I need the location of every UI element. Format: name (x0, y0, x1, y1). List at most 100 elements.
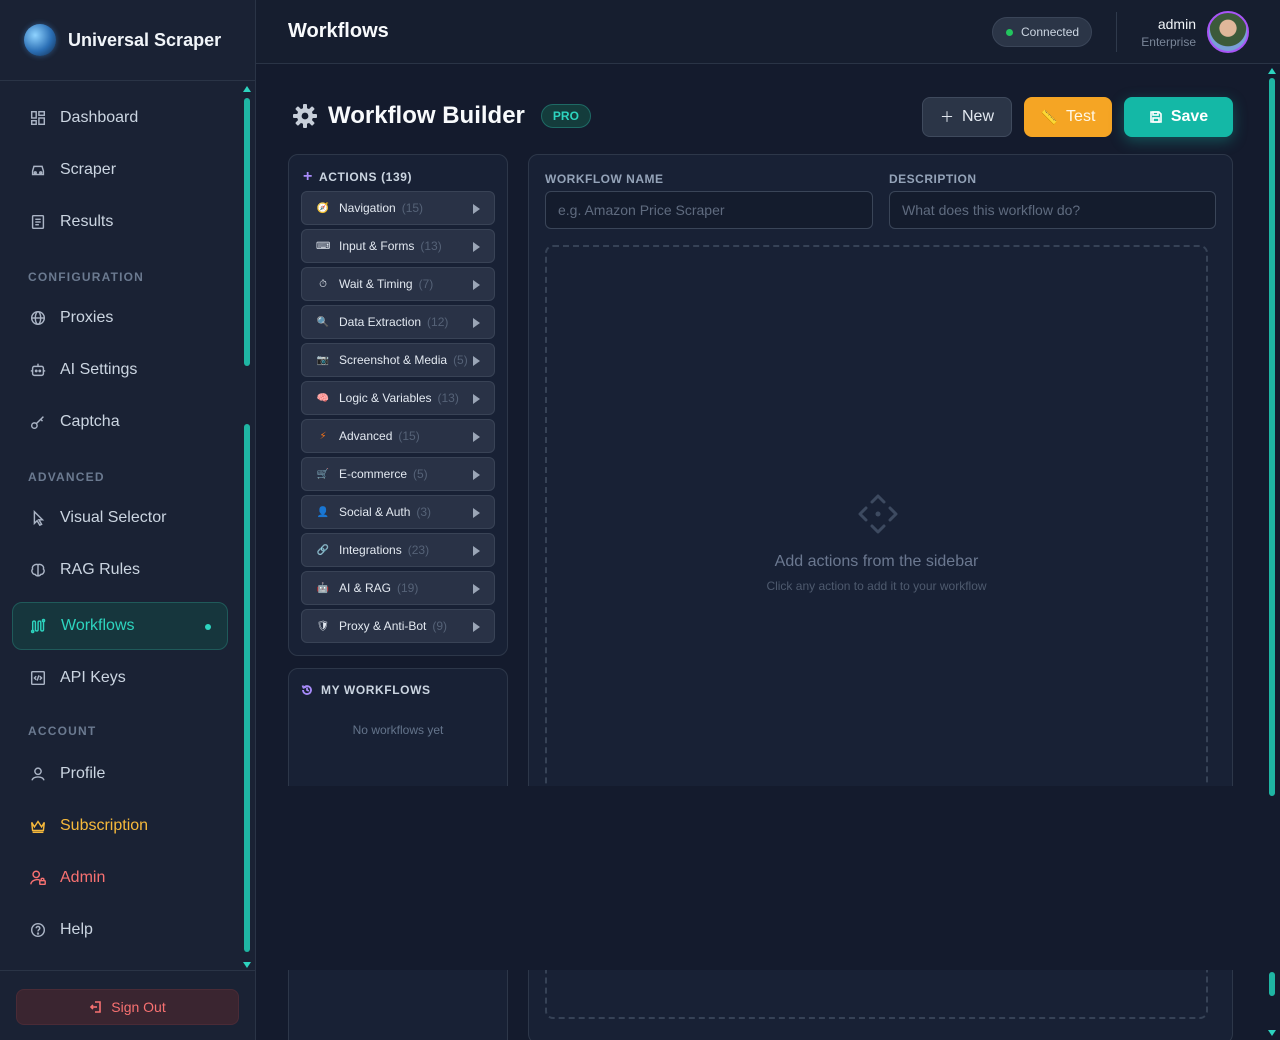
play-arrow-icon (473, 318, 480, 328)
save-button-label: Save (1170, 108, 1209, 125)
code-icon (28, 668, 48, 688)
play-arrow-icon (473, 242, 480, 252)
sidebar-item-admin[interactable]: Admin (12, 854, 228, 902)
connection-status-label: Connected (1021, 25, 1080, 39)
category-data-extraction[interactable]: 🔍 Data Extraction (12) (301, 305, 495, 339)
sidebar-item-subscription[interactable]: Subscription (12, 802, 228, 850)
plus-icon: ＋ (939, 109, 954, 125)
sidebar-item-profile[interactable]: Profile (12, 750, 228, 798)
category-input-forms[interactable]: ⌨ Input & Forms (13) (301, 229, 495, 263)
sidebar-scrollbar[interactable] (243, 84, 251, 970)
globe-logo-icon (24, 24, 56, 56)
category-navigation[interactable]: 🧭 Navigation (15) (301, 191, 495, 225)
floppy-disk-icon (1150, 111, 1162, 123)
my-workflows-header-label: MY WORKFLOWS (321, 683, 431, 697)
category-count: (23) (407, 543, 430, 557)
scrollbar-thumb[interactable] (244, 424, 250, 952)
section-account: ACCOUNT (28, 724, 97, 738)
category-logic-variables[interactable]: 🧠 Logic & Variables (13) (301, 381, 495, 415)
workflow-name-input[interactable] (545, 191, 873, 229)
new-workflow-button[interactable]: ＋ New (922, 97, 1012, 137)
sidebar-item-scraper[interactable]: Scraper (12, 146, 228, 194)
sidebar-item-label: Scraper (60, 161, 117, 178)
scrollbar-thumb[interactable] (244, 98, 250, 366)
avatar[interactable] (1207, 11, 1249, 53)
category-integrations[interactable]: 🔗 Integrations (23) (301, 533, 495, 567)
sidebar-item-label: Profile (60, 765, 106, 782)
scroll-down-arrow-icon[interactable] (243, 962, 251, 968)
play-arrow-icon (473, 432, 480, 442)
cart-icon: 🛒 (316, 468, 330, 480)
main-scrollbar[interactable] (1266, 66, 1278, 1040)
stopwatch-icon: ⏱ (319, 278, 327, 290)
user-lock-icon (28, 868, 48, 888)
scrollbar-thumb[interactable] (1269, 972, 1275, 996)
sidebar-item-workflows[interactable]: Workflows (12, 602, 228, 650)
brain-icon (28, 560, 48, 580)
scroll-up-arrow-icon[interactable] (243, 86, 251, 92)
play-arrow-icon (473, 584, 480, 594)
category-label: E-commerce (339, 467, 408, 481)
sidebar-item-captcha[interactable]: Captcha (12, 398, 228, 446)
category-advanced[interactable]: ⚡ Advanced (15) (301, 419, 495, 453)
sidebar-item-dashboard[interactable]: Dashboard (12, 94, 228, 142)
render-overlay (256, 786, 1280, 970)
sidebar-item-rag-rules[interactable]: RAG Rules (12, 546, 228, 594)
play-arrow-icon (473, 280, 480, 290)
save-workflow-button[interactable]: Save (1124, 97, 1233, 137)
sidebar-item-label: Dashboard (60, 109, 139, 126)
gear-icon (293, 104, 317, 128)
sidebar-item-help[interactable]: Help (12, 906, 228, 954)
connection-status-badge: Connected (992, 17, 1092, 47)
builder-title: Workflow Builder (328, 102, 525, 129)
crown-icon (28, 816, 48, 836)
category-ai-rag[interactable]: 🤖 AI & RAG (19) (301, 571, 495, 605)
sidebar-item-proxies[interactable]: Proxies (12, 294, 228, 342)
category-label: Logic & Variables (339, 391, 432, 405)
page-title: Workflows (288, 20, 389, 42)
sidebar-item-api-keys[interactable]: API Keys (12, 654, 228, 702)
help-icon (28, 920, 48, 940)
category-ecommerce[interactable]: 🛒 E-commerce (5) (301, 457, 495, 491)
sidebar-item-label: Subscription (60, 817, 149, 834)
top-header: Workflows Connected admin Enterprise (256, 0, 1280, 64)
play-arrow-icon (473, 546, 480, 556)
category-count: (7) (418, 277, 434, 291)
category-label: Wait & Timing (339, 277, 413, 291)
sidebar-item-visual-selector[interactable]: Visual Selector (12, 494, 228, 542)
pro-badge: PRO (540, 104, 591, 128)
sidebar-item-ai-settings[interactable]: AI Settings (12, 346, 228, 394)
category-label: Screenshot & Media (339, 353, 448, 367)
workflow-icon (29, 616, 49, 636)
shield-icon: 🛡 (316, 620, 330, 632)
sign-out-button[interactable]: Sign Out (16, 989, 239, 1025)
test-workflow-button[interactable]: 📏 Test (1024, 97, 1112, 137)
scroll-down-arrow-icon[interactable] (1268, 1030, 1276, 1036)
magnifier-icon: 🔍 (316, 316, 330, 328)
category-social-auth[interactable]: 👤 Social & Auth (3) (301, 495, 495, 529)
user-icon (28, 764, 48, 784)
play-arrow-icon (473, 508, 480, 518)
sidebar-item-label: RAG Rules (60, 561, 141, 578)
actions-header-label: ACTIONS (139) (318, 170, 413, 184)
globe-icon (28, 308, 48, 328)
sidebar-item-label: AI Settings (60, 361, 138, 378)
description-input[interactable] (889, 191, 1216, 229)
ruler-icon: 📏 (1040, 108, 1059, 125)
category-screenshot-media[interactable]: 📷 Screenshot & Media (5) (301, 343, 495, 377)
sidebar-item-label: API Keys (60, 669, 126, 686)
category-count: (13) (437, 391, 459, 405)
sidebar-item-results[interactable]: Results (12, 198, 228, 246)
play-arrow-icon (473, 470, 480, 480)
scroll-up-arrow-icon[interactable] (1268, 68, 1276, 74)
category-proxy-antibot[interactable]: 🛡 Proxy & Anti-Bot (9) (301, 609, 495, 643)
sidebar-item-label: Admin (60, 869, 106, 886)
category-wait-timing[interactable]: ⏱ Wait & Timing (7) (301, 267, 495, 301)
keyboard-icon: ⌨ (316, 240, 331, 252)
category-label: Data Extraction (339, 315, 422, 329)
scrollbar-thumb[interactable] (1269, 78, 1275, 796)
move-arrows-icon (858, 494, 898, 534)
lightning-icon: ⚡ (319, 430, 327, 442)
brand[interactable]: Universal Scraper (0, 0, 255, 81)
sidebar-item-label: Proxies (60, 309, 114, 326)
